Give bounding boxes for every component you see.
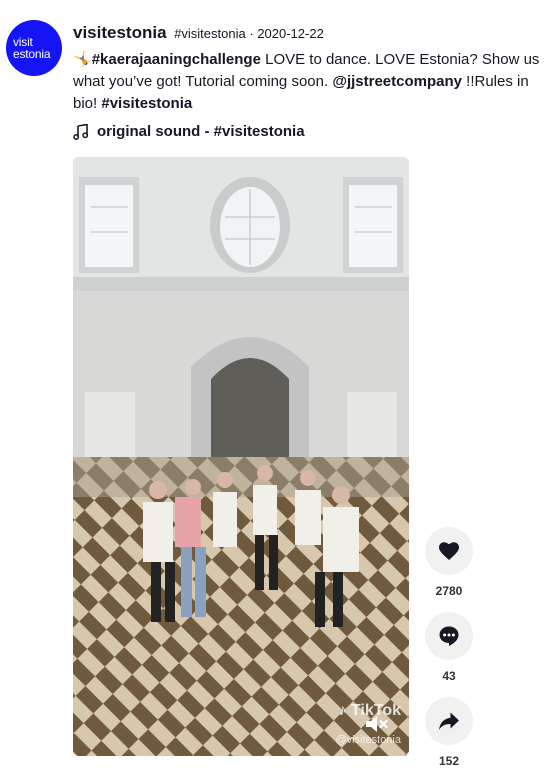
mute-button[interactable] — [362, 710, 390, 738]
music-note-icon — [73, 123, 89, 140]
comment-icon — [439, 626, 459, 646]
heart-icon — [439, 542, 459, 560]
author-meta: visitestonia #visitestonia · 2020-12-22 — [73, 22, 551, 45]
comment-action: 43 — [424, 612, 474, 683]
hashtag-link-visitestonia[interactable]: #visitestonia — [101, 95, 192, 112]
share-count: 152 — [438, 754, 460, 768]
mention-link[interactable]: @jjstreetcompany — [332, 73, 462, 90]
author-username[interactable]: visitestonia — [73, 23, 167, 42]
avatar[interactable]: visit estonia — [6, 20, 62, 76]
muted-speaker-icon — [366, 716, 388, 732]
share-arrow-icon — [439, 712, 459, 730]
video-frame — [73, 157, 409, 756]
avatar-text-line2: estonia — [13, 47, 51, 61]
like-button[interactable] — [425, 527, 473, 575]
emoji: 🤸 — [73, 51, 92, 68]
action-bar: 2780 43 152 — [424, 527, 474, 782]
comment-count: 43 — [442, 669, 456, 683]
hashtag-link-challenge[interactable]: #kaerajaaningchallenge — [92, 51, 261, 68]
like-action: 2780 — [424, 527, 474, 598]
comment-button[interactable] — [425, 612, 473, 660]
tiktok-logo-icon: ♪ — [338, 702, 347, 719]
meta-separator: · — [249, 26, 254, 41]
music-link[interactable]: original sound - #visitestonia — [73, 123, 551, 140]
post-description: 🤸#kaerajaaningchallenge LOVE to dance. L… — [73, 49, 551, 115]
author-nickname[interactable]: #visitestonia — [174, 26, 246, 41]
post-header: visitestonia #visitestonia · 2020-12-22 … — [73, 22, 551, 140]
music-title: original sound - #visitestonia — [97, 123, 305, 140]
video-player[interactable]: ♪ TikTok @visitestonia — [73, 157, 409, 756]
post-date: 2020-12-22 — [257, 26, 324, 41]
share-button[interactable] — [425, 697, 473, 745]
like-count: 2780 — [435, 584, 463, 598]
share-action: 152 — [424, 697, 474, 768]
